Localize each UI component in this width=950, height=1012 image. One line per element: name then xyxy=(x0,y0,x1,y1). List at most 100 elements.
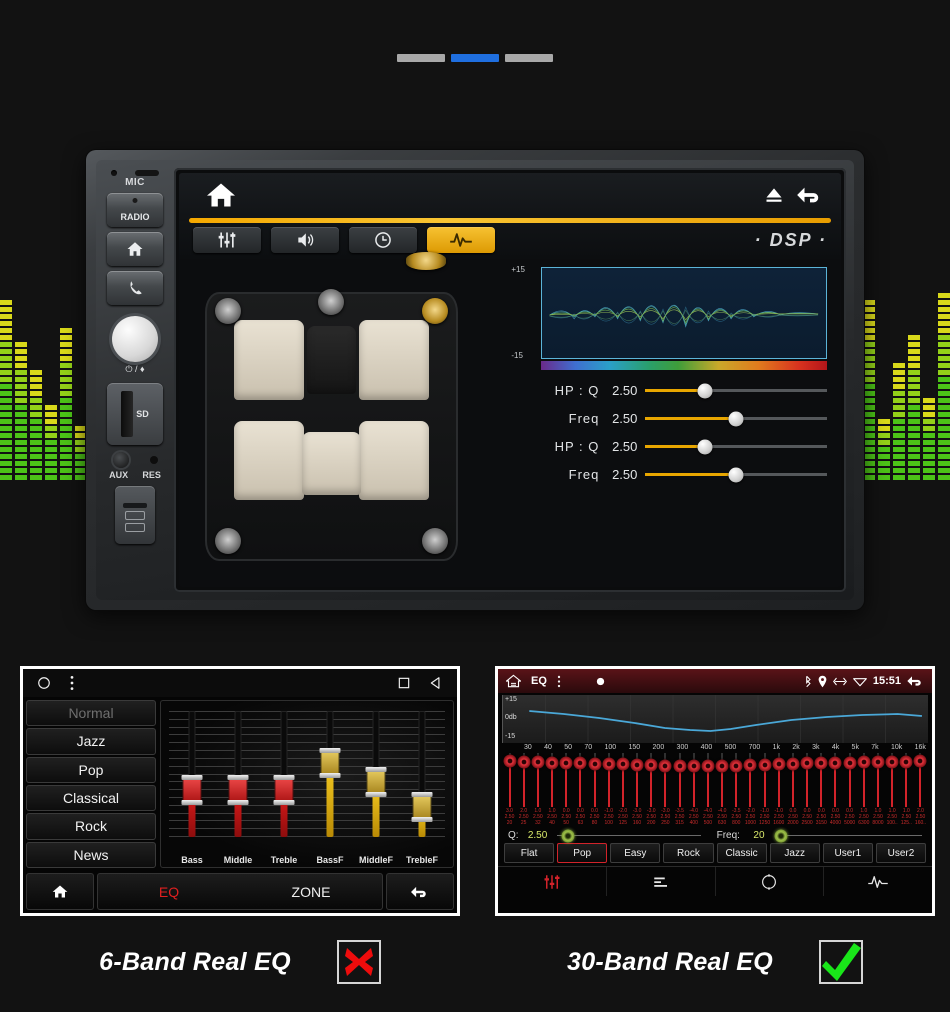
eq30-preset-button[interactable]: Rock xyxy=(663,843,714,863)
eq6-fader[interactable]: BassF xyxy=(307,707,353,865)
eq30-band[interactable] xyxy=(701,753,715,807)
eq30-band[interactable] xyxy=(885,753,899,807)
eq30-band[interactable] xyxy=(913,753,927,807)
eq30-band[interactable] xyxy=(531,753,545,807)
hw-button-radio[interactable]: RADIO xyxy=(107,193,163,227)
tab-volume[interactable] xyxy=(271,227,339,253)
speaker-subwoofer[interactable] xyxy=(406,252,447,271)
dsp-slider-knob[interactable] xyxy=(697,439,713,454)
eq30-preset-button[interactable]: Easy xyxy=(610,843,661,863)
sd-card-slot[interactable]: SD xyxy=(107,383,163,445)
circle-icon[interactable] xyxy=(37,676,51,690)
eq30-preset-button[interactable]: User2 xyxy=(875,843,926,863)
eq30-band[interactable] xyxy=(786,753,800,807)
eq30-band[interactable] xyxy=(602,753,616,807)
eq30-band[interactable] xyxy=(828,753,842,807)
aux-jack-icon[interactable] xyxy=(112,452,129,468)
fader-knob[interactable] xyxy=(411,791,433,822)
eq30-band-knob[interactable] xyxy=(743,758,757,772)
dsp-slider-knob[interactable] xyxy=(697,383,713,398)
volume-power-knob[interactable] xyxy=(112,316,158,362)
eq30-band-knob[interactable] xyxy=(503,754,516,768)
kebab-menu-icon[interactable] xyxy=(69,675,75,691)
eq30-band-knob[interactable] xyxy=(758,758,772,772)
eq30-preset-button[interactable]: Jazz xyxy=(769,843,820,863)
eq30-band-knob[interactable] xyxy=(871,755,885,769)
eq30-band-knob[interactable] xyxy=(517,755,531,769)
eq6-back-button[interactable] xyxy=(386,873,454,910)
speaker-front-left[interactable] xyxy=(214,298,241,325)
square-recents-icon[interactable] xyxy=(397,676,411,690)
dsp-slider-track[interactable] xyxy=(645,411,827,426)
fader-knob[interactable] xyxy=(365,767,387,798)
eq6-preset-item[interactable]: Pop xyxy=(26,756,156,783)
eq30-band[interactable] xyxy=(772,753,786,807)
eq30-band-knob[interactable] xyxy=(531,755,545,769)
eq30-band-knob[interactable] xyxy=(828,756,842,770)
eq30-band[interactable] xyxy=(715,753,729,807)
hw-button-phone[interactable] xyxy=(107,271,163,305)
tab-equalizer[interactable] xyxy=(193,227,261,253)
eq30-band[interactable] xyxy=(673,753,687,807)
back-arrow-icon[interactable] xyxy=(907,674,924,688)
eq30-preset-button[interactable]: Flat xyxy=(504,843,555,863)
usb-slot[interactable] xyxy=(115,486,155,544)
eq30-band-knob[interactable] xyxy=(630,758,644,772)
speaker-center[interactable] xyxy=(318,288,345,315)
eq30-band-knob[interactable] xyxy=(885,755,899,769)
eq6-zone-button[interactable]: ZONE xyxy=(240,884,382,900)
fader-knob[interactable] xyxy=(227,775,249,806)
eject-icon[interactable] xyxy=(763,185,785,205)
eq6-fader[interactable]: TrebleF xyxy=(399,707,445,865)
eq30-band-knob[interactable] xyxy=(786,757,800,771)
eq6-fader[interactable]: MiddleF xyxy=(353,707,399,865)
dsp-slider-knob[interactable] xyxy=(728,467,744,482)
dsp-slider-track[interactable] xyxy=(645,383,827,398)
eq6-preset-item[interactable]: Classical xyxy=(26,784,156,812)
freq-slider[interactable] xyxy=(774,829,922,842)
eq30-band-knob[interactable] xyxy=(602,757,616,771)
dsp-slider-knob[interactable] xyxy=(728,411,744,426)
eq30-band-knob[interactable] xyxy=(899,755,913,769)
eq30-band[interactable] xyxy=(616,753,630,807)
fader-knob[interactable] xyxy=(319,748,341,779)
hw-button-home[interactable] xyxy=(107,232,163,266)
back-arrow-icon[interactable] xyxy=(797,184,823,206)
nav-levels[interactable] xyxy=(607,867,716,896)
eq30-band-knob[interactable] xyxy=(814,756,828,770)
eq6-eq-button[interactable]: EQ xyxy=(98,884,240,900)
eq30-band-knob[interactable] xyxy=(772,757,786,771)
eq30-band-knob[interactable] xyxy=(588,757,602,771)
eq30-band[interactable] xyxy=(559,753,573,807)
q-slider[interactable] xyxy=(556,829,701,842)
dsp-slider-track[interactable] xyxy=(645,439,827,454)
eq30-band-knob[interactable] xyxy=(687,759,701,773)
eq30-band[interactable] xyxy=(545,753,559,807)
eq30-band-knob[interactable] xyxy=(673,759,687,773)
eq30-band[interactable] xyxy=(800,753,814,807)
eq30-band[interactable] xyxy=(871,753,885,807)
eq6-preset-item[interactable]: News xyxy=(26,841,156,868)
eq6-fader[interactable]: Middle xyxy=(215,707,261,865)
eq30-band[interactable] xyxy=(573,753,587,807)
eq6-fader[interactable]: Treble xyxy=(261,707,307,865)
eq30-band[interactable] xyxy=(517,753,531,807)
eq30-band-knob[interactable] xyxy=(715,759,729,773)
eq30-band[interactable] xyxy=(758,753,772,807)
eq30-band-knob[interactable] xyxy=(913,754,927,768)
eq30-band-knob[interactable] xyxy=(616,757,630,771)
reset-hole-icon[interactable] xyxy=(149,456,158,464)
eq6-home-button[interactable] xyxy=(26,873,94,910)
eq30-band-knob[interactable] xyxy=(701,759,715,773)
eq30-band[interactable] xyxy=(658,753,672,807)
pagination-dot-3[interactable] xyxy=(505,54,553,62)
eq6-preset-item[interactable]: Rock xyxy=(26,813,156,840)
eq30-band-knob[interactable] xyxy=(857,755,871,769)
eq30-band[interactable] xyxy=(644,753,658,807)
eq30-band-knob[interactable] xyxy=(545,756,559,770)
eq6-preset-item[interactable]: Jazz xyxy=(26,728,156,755)
eq30-band-knob[interactable] xyxy=(658,759,672,773)
eq30-band[interactable] xyxy=(857,753,871,807)
eq30-band[interactable] xyxy=(630,753,644,807)
fader-knob[interactable] xyxy=(181,775,203,806)
